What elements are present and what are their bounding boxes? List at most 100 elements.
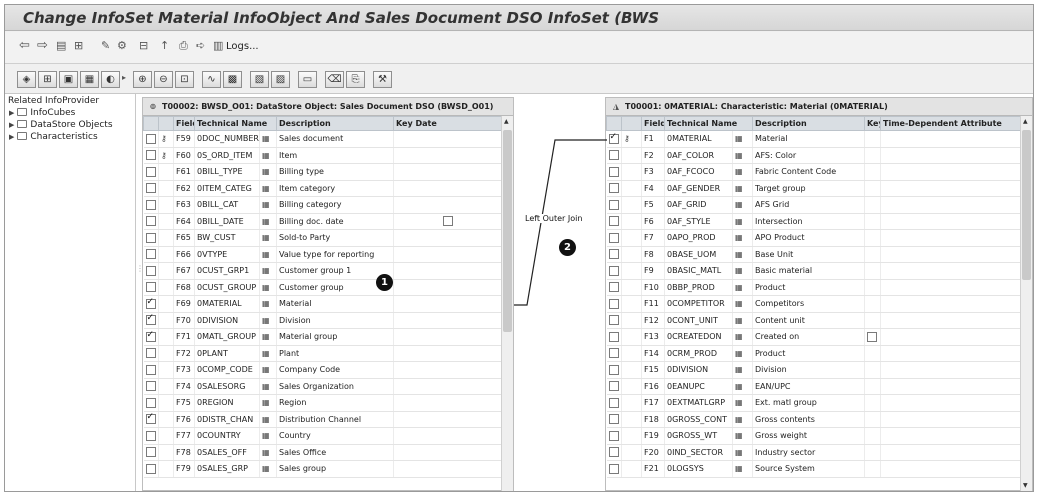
key-date-cell[interactable] xyxy=(393,229,502,247)
field-checkbox[interactable] xyxy=(608,397,619,408)
row-select-cell[interactable] xyxy=(606,378,622,395)
key-cell[interactable] xyxy=(864,180,881,197)
field-checkbox[interactable] xyxy=(608,282,619,293)
field-checkbox[interactable] xyxy=(145,199,156,210)
navigator-icon[interactable]: ▩ xyxy=(223,71,242,88)
field-checkbox[interactable] xyxy=(608,166,619,177)
table-row[interactable]: F73 0COMP_CODE ▦ Company Code xyxy=(143,361,502,379)
logs-icon[interactable]: ▥ xyxy=(213,38,223,54)
hierarchy-icon[interactable]: ⊞ xyxy=(74,38,83,54)
table-row[interactable]: F66 0VTYPE ▦ Value type for reporting xyxy=(143,246,502,263)
table-row[interactable]: F19 0GROSS_WT ▦ Gross weight xyxy=(606,427,1021,445)
options-dropdown-icon[interactable]: ◐ xyxy=(101,71,120,88)
forward-arrow-icon[interactable]: ⇨ xyxy=(37,38,48,54)
key-cell[interactable] xyxy=(864,246,881,263)
print-icon[interactable]: ⎙ xyxy=(179,38,188,54)
column-header-technical-name[interactable]: Technical Name xyxy=(194,116,277,131)
field-checkbox[interactable] xyxy=(608,249,619,260)
key-cell[interactable] xyxy=(864,279,881,296)
column-header-time-dependent-attribute[interactable]: Time-Dependent Attribute xyxy=(880,116,1021,131)
check-icon[interactable]: ⎘ xyxy=(346,71,365,88)
key-date-cell[interactable] xyxy=(393,180,502,197)
table-row[interactable]: F5 0AF_GRID ▦ AFS Grid xyxy=(606,196,1021,214)
copy-icon[interactable]: ▧ xyxy=(250,71,269,88)
field-checkbox[interactable] xyxy=(608,331,619,342)
scrollbar-thumb[interactable] xyxy=(503,130,512,332)
display-icon[interactable]: ▦ xyxy=(80,71,99,88)
key-cell[interactable] xyxy=(864,147,881,164)
field-checkbox[interactable] xyxy=(608,199,619,210)
join-icon[interactable]: ◈ xyxy=(17,71,36,88)
row-select-cell[interactable] xyxy=(143,312,159,329)
row-select-cell[interactable] xyxy=(143,328,159,346)
row-select-cell[interactable] xyxy=(143,196,159,214)
expand-arrow-icon[interactable]: ▶ xyxy=(9,133,14,141)
column-header-field[interactable]: Field xyxy=(641,116,665,131)
key-cell[interactable] xyxy=(864,460,881,478)
expand-arrow-icon[interactable]: ▶ xyxy=(9,109,14,117)
field-checkbox[interactable] xyxy=(145,166,156,177)
field-checkbox[interactable] xyxy=(608,150,619,161)
key-date-cell[interactable] xyxy=(393,427,502,445)
key-cell[interactable] xyxy=(864,229,881,247)
zoom-in-icon[interactable]: ⊕ xyxy=(133,71,152,88)
field-checkbox[interactable] xyxy=(145,430,156,441)
row-select-cell[interactable] xyxy=(143,246,159,263)
row-select-cell[interactable] xyxy=(143,163,159,181)
table-row[interactable]: F690MATERIAL▦ Material xyxy=(143,295,502,313)
properties-icon[interactable]: ▭ xyxy=(298,71,317,88)
field-checkbox[interactable] xyxy=(145,348,156,359)
field-checkbox[interactable] xyxy=(608,364,619,375)
table-row[interactable]: F10 0BBP_PROD ▦ Product xyxy=(606,279,1021,296)
field-checkbox[interactable] xyxy=(608,447,619,458)
table-row[interactable]: F18 0GROSS_CONT ▦ Gross contents xyxy=(606,411,1021,428)
column-header-key[interactable]: Key xyxy=(864,116,881,131)
tree-node-characteristics[interactable]: ▶ Characteristics xyxy=(9,132,98,142)
key-cell[interactable] xyxy=(864,130,881,148)
table-row[interactable]: F760DISTR_CHAN▦ Distribution Channel xyxy=(143,411,502,428)
scroll-up-icon[interactable]: ▲ xyxy=(1023,118,1028,125)
key-date-cell[interactable] xyxy=(393,279,502,296)
material-vertical-scrollbar[interactable]: ▲ ▼ xyxy=(1020,116,1032,491)
row-select-cell[interactable] xyxy=(143,262,159,280)
row-select-cell[interactable] xyxy=(606,345,622,362)
table-row[interactable]: F7 0APO_PROD ▦ APO Product xyxy=(606,229,1021,247)
field-checkbox[interactable] xyxy=(145,381,156,392)
key-cell[interactable] xyxy=(864,295,881,313)
tree-node-datastore-objects[interactable]: ▶ DataStore Objects xyxy=(9,120,113,130)
table-row[interactable]: F21 0LOGSYS ▦ Source System xyxy=(606,460,1021,478)
key-date-cell[interactable] xyxy=(393,345,502,362)
key-date-cell[interactable] xyxy=(393,295,502,313)
row-select-cell[interactable] xyxy=(143,180,159,197)
list-view-icon[interactable]: ▤ xyxy=(56,38,66,54)
field-checkbox[interactable] xyxy=(145,249,156,260)
scroll-up-icon[interactable]: ▲ xyxy=(504,118,509,125)
zoom-out-icon[interactable]: ⊖ xyxy=(154,71,173,88)
key-cell[interactable] xyxy=(864,361,881,379)
row-select-cell[interactable] xyxy=(606,328,622,346)
field-checkbox[interactable] xyxy=(145,232,156,243)
field-checkbox[interactable] xyxy=(608,348,619,359)
field-checkbox[interactable] xyxy=(145,183,156,194)
row-select-cell[interactable] xyxy=(143,345,159,362)
row-select-cell[interactable] xyxy=(143,213,159,230)
field-checkbox[interactable] xyxy=(608,414,619,425)
column-header-key-date[interactable]: Key Date xyxy=(393,116,502,131)
field-checkbox[interactable] xyxy=(608,265,619,276)
paste-icon[interactable]: ▨ xyxy=(271,71,290,88)
table-row[interactable]: ⚷ F59 0DOC_NUMBER ▦ Sales document xyxy=(143,130,502,148)
delete-icon[interactable]: ⌫ xyxy=(325,71,344,88)
row-select-cell[interactable] xyxy=(143,427,159,445)
key-date-checkbox[interactable] xyxy=(442,216,453,227)
field-checkbox[interactable] xyxy=(145,397,156,408)
table-row[interactable]: F65 BW_CUST ▦ Sold-to Party xyxy=(143,229,502,247)
row-select-cell[interactable] xyxy=(143,229,159,247)
table-row[interactable]: F68 0CUST_GROUP ▦ Customer group xyxy=(143,279,502,296)
table-row[interactable]: F16 0EANUPC ▦ EAN/UPC xyxy=(606,378,1021,395)
table-row[interactable]: F14 0CRM_PROD ▦ Product xyxy=(606,345,1021,362)
table-row[interactable]: F11 0COMPETITOR ▦ Competitors xyxy=(606,295,1021,313)
key-cell[interactable] xyxy=(864,427,881,445)
table-row[interactable]: F700DIVISION▦ Division xyxy=(143,312,502,329)
key-date-cell[interactable] xyxy=(393,378,502,395)
table-row[interactable]: F64 0BILL_DATE ▦ Billing doc. date xyxy=(143,213,502,230)
